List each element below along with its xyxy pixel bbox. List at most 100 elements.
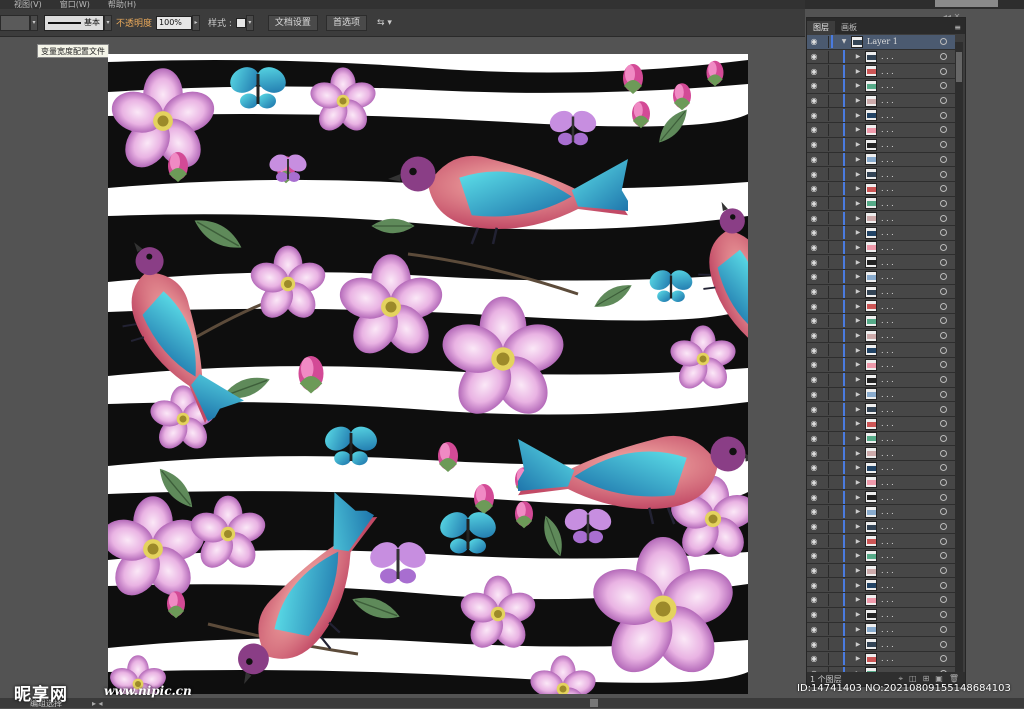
lock-toggle[interactable] bbox=[821, 153, 829, 166]
expand-triangle-icon[interactable]: ▶ bbox=[853, 494, 863, 501]
target-circle-icon[interactable] bbox=[940, 361, 947, 369]
expand-triangle-icon[interactable]: ▶ bbox=[853, 244, 863, 251]
sublayer-row[interactable]: ◉ ▶ . . . bbox=[807, 446, 955, 461]
sublayer-name[interactable]: . . . bbox=[881, 96, 894, 105]
lock-toggle[interactable] bbox=[821, 65, 829, 78]
sublayer-row[interactable]: ◉ ▶ . . . bbox=[807, 299, 955, 315]
target-circle-icon[interactable] bbox=[940, 317, 947, 325]
sublayer-row[interactable]: ◉ ▶ . . . bbox=[807, 152, 955, 168]
visibility-eye-icon[interactable]: ◉ bbox=[807, 478, 821, 487]
expand-triangle-icon[interactable]: ▶ bbox=[853, 376, 863, 383]
expand-triangle-icon[interactable]: ▶ bbox=[853, 229, 863, 236]
opacity-label[interactable]: 不透明度 bbox=[116, 16, 152, 29]
expand-triangle-icon[interactable]: ▶ bbox=[853, 552, 863, 559]
target-circle-icon[interactable] bbox=[940, 376, 947, 384]
lock-toggle[interactable] bbox=[821, 593, 829, 606]
visibility-eye-icon[interactable]: ◉ bbox=[807, 419, 821, 428]
sublayer-name[interactable]: . . . bbox=[881, 522, 894, 531]
target-circle-icon[interactable] bbox=[940, 155, 947, 163]
visibility-eye-icon[interactable]: ◉ bbox=[807, 640, 821, 649]
sublayer-name[interactable]: . . . bbox=[881, 184, 894, 193]
menu-help[interactable]: 帮助(H) bbox=[108, 0, 136, 9]
sublayer-name[interactable]: . . . bbox=[881, 625, 894, 634]
expand-triangle-icon[interactable]: ▶ bbox=[853, 626, 863, 633]
target-circle-icon[interactable] bbox=[940, 170, 947, 178]
expand-triangle-icon[interactable]: ▶ bbox=[853, 126, 863, 133]
target-circle-icon[interactable] bbox=[940, 346, 947, 354]
arrange-icon[interactable]: ⇆ ▾ bbox=[377, 18, 392, 28]
expand-triangle-icon[interactable]: ▶ bbox=[853, 435, 863, 442]
target-circle-icon[interactable] bbox=[940, 258, 947, 266]
sublayer-name[interactable]: . . . bbox=[881, 595, 894, 604]
target-circle-icon[interactable] bbox=[940, 493, 947, 501]
lock-toggle[interactable] bbox=[821, 549, 829, 562]
sublayer-row[interactable]: ◉ ▶ . . . bbox=[807, 167, 955, 182]
expand-triangle-icon[interactable]: ▶ bbox=[853, 82, 863, 89]
target-circle-icon[interactable] bbox=[940, 243, 947, 251]
visibility-eye-icon[interactable]: ◉ bbox=[807, 434, 821, 443]
sublayer-row[interactable]: ◉ ▶ . . . bbox=[807, 225, 955, 241]
sublayer-name[interactable]: . . . bbox=[881, 654, 894, 663]
scroll-thumb[interactable] bbox=[956, 52, 962, 82]
stroke-profile-select[interactable]: 基本 bbox=[44, 14, 104, 31]
expand-triangle-icon[interactable]: ▶ bbox=[853, 347, 863, 354]
layers-scrollbar[interactable] bbox=[955, 42, 963, 682]
expand-triangle-icon[interactable]: ▶ bbox=[853, 273, 863, 280]
layer-row[interactable]: ◉ ▼ Layer 1 bbox=[807, 35, 955, 50]
tab-layers[interactable]: 图层 bbox=[807, 21, 835, 34]
lock-toggle[interactable] bbox=[821, 241, 829, 254]
sublayer-name[interactable]: . . . bbox=[881, 125, 894, 134]
lock-toggle[interactable] bbox=[821, 447, 829, 460]
visibility-eye-icon[interactable]: ◉ bbox=[807, 463, 821, 472]
expand-triangle-icon[interactable]: ▶ bbox=[853, 141, 863, 148]
expand-triangle-icon[interactable]: ▶ bbox=[853, 479, 863, 486]
stroke-weight-field[interactable] bbox=[0, 14, 30, 31]
sublayer-row[interactable]: ◉ ▶ . . . bbox=[807, 196, 955, 212]
target-circle-icon[interactable] bbox=[940, 126, 947, 134]
sublayer-name[interactable]: . . . bbox=[881, 375, 894, 384]
sublayer-name[interactable]: . . . bbox=[881, 581, 894, 590]
expand-triangle-icon[interactable]: ▶ bbox=[853, 200, 863, 207]
sublayer-name[interactable]: . . . bbox=[881, 463, 894, 472]
expand-triangle-icon[interactable]: ▶ bbox=[853, 406, 863, 413]
target-circle-icon[interactable] bbox=[940, 273, 947, 281]
lock-toggle[interactable] bbox=[821, 608, 829, 621]
lock-toggle[interactable] bbox=[821, 652, 829, 665]
lock-toggle[interactable] bbox=[821, 461, 829, 474]
expand-triangle-icon[interactable]: ▶ bbox=[853, 332, 863, 339]
sublayer-name[interactable]: . . . bbox=[881, 67, 894, 76]
lock-toggle[interactable] bbox=[821, 388, 829, 401]
target-circle-icon[interactable] bbox=[940, 478, 947, 486]
lock-toggle[interactable] bbox=[821, 432, 829, 445]
lock-toggle[interactable] bbox=[821, 35, 829, 48]
visibility-eye-icon[interactable]: ◉ bbox=[807, 316, 821, 325]
expand-triangle-icon[interactable]: ▶ bbox=[853, 53, 863, 60]
visibility-eye-icon[interactable]: ◉ bbox=[807, 537, 821, 546]
opacity-dropdown[interactable]: ▸ bbox=[192, 14, 201, 31]
lock-toggle[interactable] bbox=[821, 579, 829, 592]
visibility-eye-icon[interactable]: ◉ bbox=[807, 272, 821, 281]
sublayer-name[interactable]: . . . bbox=[881, 155, 894, 164]
visibility-eye-icon[interactable]: ◉ bbox=[807, 37, 821, 46]
sublayer-row[interactable]: ◉ ▶ . . . bbox=[807, 211, 955, 226]
visibility-eye-icon[interactable]: ◉ bbox=[807, 346, 821, 355]
sublayer-name[interactable]: . . . bbox=[881, 566, 894, 575]
target-circle-icon[interactable] bbox=[940, 67, 947, 75]
lock-toggle[interactable] bbox=[821, 329, 829, 342]
target-circle-icon[interactable] bbox=[940, 288, 947, 296]
lock-toggle[interactable] bbox=[821, 344, 829, 357]
expand-triangle-icon[interactable]: ▶ bbox=[853, 112, 863, 119]
sublayer-row[interactable]: ◉ ▶ . . . bbox=[807, 123, 955, 138]
sublayer-row[interactable]: ◉ ▶ . . . bbox=[807, 637, 955, 652]
target-circle-icon[interactable] bbox=[940, 111, 947, 119]
lock-toggle[interactable] bbox=[821, 270, 829, 283]
sublayer-row[interactable]: ◉ ▶ . . . bbox=[807, 49, 955, 65]
expand-triangle-icon[interactable]: ▶ bbox=[853, 538, 863, 545]
expand-triangle-icon[interactable]: ▼ bbox=[839, 38, 849, 45]
visibility-eye-icon[interactable]: ◉ bbox=[807, 551, 821, 560]
expand-triangle-icon[interactable]: ▶ bbox=[853, 317, 863, 324]
sublayer-name[interactable]: . . . bbox=[881, 272, 894, 281]
sublayer-row[interactable]: ◉ ▶ . . . bbox=[807, 270, 955, 285]
visibility-eye-icon[interactable]: ◉ bbox=[807, 302, 821, 311]
sublayer-name[interactable]: . . . bbox=[881, 478, 894, 487]
